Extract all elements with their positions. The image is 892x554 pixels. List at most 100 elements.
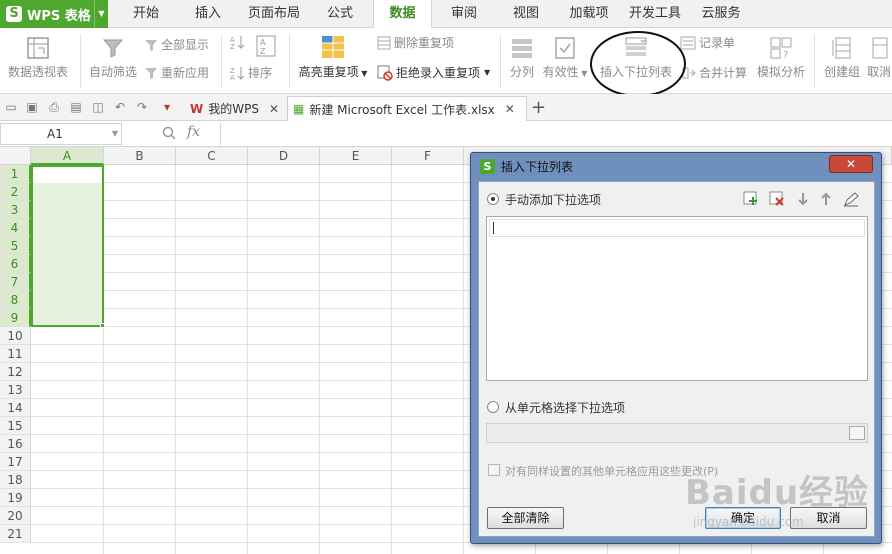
dropdown-item-input[interactable] (489, 219, 865, 237)
remove-duplicates-label: 删除重复项 (394, 36, 455, 50)
fill-handle[interactable] (100, 323, 105, 328)
column-header-f[interactable]: F (392, 147, 464, 165)
tab-home[interactable]: 开始 (120, 0, 172, 28)
print-icon[interactable]: ⎙ (47, 100, 61, 114)
redo-icon[interactable]: ↷ (135, 100, 149, 114)
delete-item-icon[interactable] (769, 191, 785, 207)
row-header-17[interactable]: 17 (0, 453, 31, 471)
open-folder-icon[interactable]: ▭ (4, 100, 18, 114)
pivot-table-icon (27, 37, 49, 59)
row-header-1[interactable]: 1 (0, 165, 31, 183)
record-form-button[interactable]: 记录单 (680, 34, 735, 51)
tab-developer[interactable]: 开发工具 (624, 0, 686, 28)
row-header-6[interactable]: 6 (0, 255, 31, 273)
row-header-3[interactable]: 3 (0, 201, 31, 219)
select-all-corner[interactable] (0, 147, 31, 165)
zoom-search-icon[interactable] (162, 126, 176, 140)
sort-descending-button[interactable]: ZA 排序 (229, 64, 272, 81)
dropdown-items-list[interactable] (486, 216, 868, 381)
pivot-table-button[interactable]: 数据透视表 (4, 36, 72, 80)
split-column-button[interactable]: 分列 (505, 36, 539, 80)
new-tab-plus-icon[interactable]: + (531, 97, 546, 118)
row-header-15[interactable]: 15 (0, 417, 31, 435)
ungroup-button[interactable]: 取消 (866, 36, 892, 80)
row-header-5[interactable]: 5 (0, 237, 31, 255)
chevron-down-icon[interactable]: ▼ (112, 124, 118, 144)
row-header-4[interactable]: 4 (0, 219, 31, 237)
cell-option-radio[interactable] (487, 401, 499, 413)
edit-item-icon[interactable] (843, 191, 859, 207)
row-header-10[interactable]: 10 (0, 327, 31, 345)
tab-formula[interactable]: 公式 (314, 0, 366, 28)
row-header-7[interactable]: 7 (0, 273, 31, 291)
highlight-duplicates-button[interactable]: 高亮重复项 ▼ (296, 34, 370, 80)
sort-button[interactable]: AZ (250, 34, 282, 61)
save-icon[interactable]: ▣ (25, 100, 39, 114)
cell-option-label[interactable]: 从单元格选择下拉选项 (505, 399, 625, 416)
sort-ascending-button[interactable]: AZ (229, 34, 248, 50)
column-header-c[interactable]: C (176, 147, 248, 165)
tab-my-wps[interactable]: W 我的WPS ✕ (186, 96, 284, 121)
close-tab-icon[interactable]: ✕ (505, 102, 515, 116)
row-header-16[interactable]: 16 (0, 435, 31, 453)
row-header-14[interactable]: 14 (0, 399, 31, 417)
remove-duplicates-button[interactable]: 删除重复项 (377, 34, 454, 51)
manual-option-label[interactable]: 手动添加下拉选项 (505, 191, 601, 208)
name-box-value: A1 (47, 127, 63, 141)
row-header-21[interactable]: 21 (0, 525, 31, 543)
export-pdf-icon[interactable]: ▤ (69, 100, 83, 114)
manual-option-radio[interactable] (487, 193, 499, 205)
tab-review[interactable]: 审阅 (438, 0, 490, 28)
move-up-icon[interactable] (820, 191, 832, 207)
reapply-button[interactable]: 重新应用 (144, 64, 209, 81)
customize-toolbar-icon[interactable]: ▾ (160, 100, 174, 114)
consolidate-button[interactable]: 合并计算 (682, 64, 747, 81)
watermark-url: jingyan.baidu.com (693, 515, 804, 529)
autofilter-button[interactable]: 自动筛选 (86, 36, 140, 80)
row-header-9[interactable]: 9 (0, 309, 31, 327)
column-header-d[interactable]: D (248, 147, 320, 165)
tab-insert[interactable]: 插入 (182, 0, 234, 28)
apply-all-checkbox[interactable] (488, 464, 500, 476)
column-header-a[interactable]: A (31, 147, 104, 165)
create-group-button[interactable]: 创建组 (820, 36, 864, 80)
row-header-8[interactable]: 8 (0, 291, 31, 309)
row-header-20[interactable]: 20 (0, 507, 31, 525)
column-header-e[interactable]: E (320, 147, 392, 165)
app-menu-button[interactable]: S WPS 表格 ▼ (0, 0, 108, 28)
name-box[interactable]: A1 ▼ (0, 123, 122, 145)
tab-page-layout[interactable]: 页面布局 (242, 0, 306, 28)
print-preview-icon[interactable]: ◫ (91, 100, 105, 114)
insert-function-icon[interactable]: fx (187, 124, 200, 140)
tab-addins[interactable]: 加载项 (561, 0, 617, 28)
row-header-12[interactable]: 12 (0, 363, 31, 381)
clear-all-button[interactable]: 全部清除 (487, 507, 564, 529)
column-header-b[interactable]: B (104, 147, 176, 165)
active-cell[interactable] (33, 167, 102, 183)
tab-workbook[interactable]: ▦ 新建 Microsoft Excel 工作表.xlsx ✕ (287, 96, 527, 121)
tab-cloud[interactable]: 云服务 (694, 0, 748, 28)
row-header-2[interactable]: 2 (0, 183, 31, 201)
validity-button[interactable]: 有效性 ▼ (542, 36, 588, 80)
show-all-button[interactable]: 全部显示 (144, 36, 209, 53)
sort-ascending-icon: AZ (230, 36, 245, 50)
move-down-icon[interactable] (797, 191, 809, 207)
close-tab-icon[interactable]: ✕ (269, 102, 279, 116)
selected-range[interactable] (31, 165, 104, 327)
what-if-analysis-button[interactable]: ? 模拟分析 (754, 36, 808, 80)
row-header-19[interactable]: 19 (0, 489, 31, 507)
formula-input[interactable] (220, 123, 892, 145)
app-menu-dropdown-icon[interactable]: ▼ (94, 0, 108, 28)
row-header-11[interactable]: 11 (0, 345, 31, 363)
add-item-icon[interactable] (743, 191, 759, 207)
reject-duplicates-button[interactable]: 拒绝录入重复项 ▼ (377, 64, 490, 81)
tab-data[interactable]: 数据 (373, 0, 432, 29)
close-button[interactable]: ✕ (829, 155, 873, 173)
undo-icon[interactable]: ↶ (113, 100, 127, 114)
range-picker-icon[interactable] (849, 426, 865, 440)
row-header-13[interactable]: 13 (0, 381, 31, 399)
dialog-title-bar[interactable]: S 插入下拉列表 ✕ (471, 153, 881, 179)
row-header-18[interactable]: 18 (0, 471, 31, 489)
ribbon-data: 数据透视表 自动筛选 全部显示 重新应用 AZ AZ ZA 排序 高亮重复项 ▼… (0, 28, 892, 94)
tab-view[interactable]: 视图 (500, 0, 552, 28)
